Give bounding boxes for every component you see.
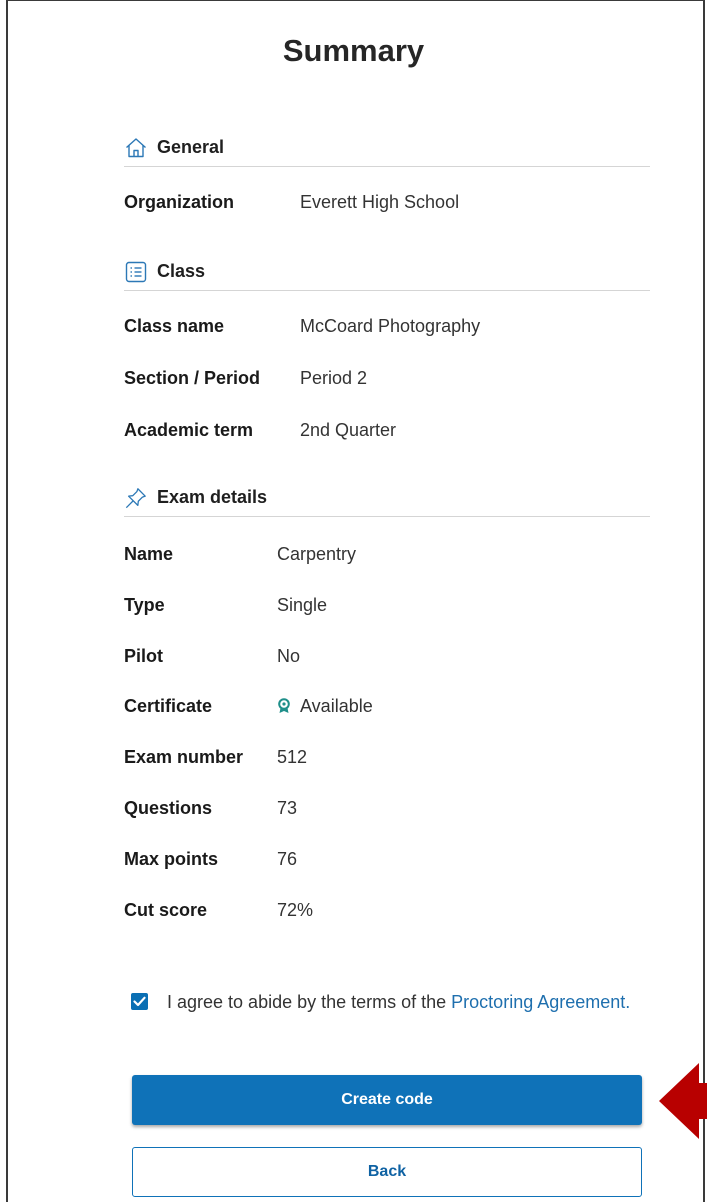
row-value: Everett High School	[300, 191, 460, 212]
proctoring-agreement-link[interactable]: Proctoring Agreement	[451, 992, 625, 1012]
row-value: McCoard Photography	[300, 315, 481, 336]
row-exam-number: Exam number 512	[124, 745, 307, 769]
row-value: 76	[277, 848, 298, 869]
row-academic-term: Academic term 2nd Quarter	[124, 418, 396, 442]
row-label: Organization	[124, 191, 235, 212]
row-value: Period 2	[300, 367, 368, 388]
row-label: Academic term	[124, 419, 254, 440]
row-exam-name: Name Carpentry	[124, 542, 356, 566]
row-label: Class name	[124, 315, 225, 336]
row-value: Available	[277, 696, 373, 717]
row-exam-type: Type Single	[124, 593, 327, 617]
certificate-icon	[277, 697, 291, 714]
section-class-title: Class	[157, 261, 206, 281]
row-value: No	[277, 645, 301, 666]
row-label: Questions	[124, 797, 213, 818]
row-class-name: Class name McCoard Photography	[124, 314, 480, 338]
section-exam-title: Exam details	[157, 487, 268, 507]
row-organization: Organization Everett High School	[124, 190, 459, 214]
row-label: Section / Period	[124, 367, 261, 388]
pin-icon	[124, 486, 148, 510]
row-value: Single	[277, 594, 328, 615]
create-code-button[interactable]: Create code	[132, 1075, 642, 1125]
row-exam-pilot: Pilot No	[124, 644, 300, 668]
row-label: Type	[124, 594, 165, 615]
row-exam-questions: Questions 73	[124, 796, 297, 820]
row-exam-max-points: Max points 76	[124, 847, 297, 871]
row-label: Cut score	[124, 899, 208, 920]
agreement-text: I agree to abide by the terms of the	[167, 992, 452, 1012]
certificate-value: Available	[300, 695, 373, 716]
section-general-title: General	[157, 137, 225, 157]
row-value: 512	[277, 746, 308, 767]
agreement-suffix: .	[625, 992, 631, 1012]
row-section-period: Section / Period Period 2	[124, 366, 367, 390]
section-general-header: General	[124, 129, 650, 167]
row-label: Exam number	[124, 746, 244, 767]
row-label: Max points	[124, 848, 219, 869]
page-title: Summary	[282, 33, 425, 68]
row-value: 2nd Quarter	[300, 419, 397, 440]
section-exam-header: Exam details	[124, 479, 650, 517]
home-icon	[124, 136, 148, 160]
agreement-label: I agree to abide by the terms of the Pro…	[131, 988, 631, 1017]
row-label: Certificate	[124, 695, 213, 716]
row-value: 73	[277, 797, 298, 818]
row-value: Carpentry	[277, 543, 357, 564]
list-icon	[124, 260, 148, 284]
row-exam-certificate: Certificate Available	[124, 694, 373, 718]
agreement: I agree to abide by the terms of the Pro…	[131, 988, 631, 1017]
row-label: Pilot	[124, 645, 163, 666]
row-label: Name	[124, 543, 174, 564]
red-arrow-icon	[659, 1063, 707, 1139]
back-button[interactable]: Back	[132, 1147, 642, 1197]
page-frame	[6, 0, 705, 1202]
section-class-header: Class	[124, 253, 650, 291]
row-value: 72%	[277, 899, 314, 920]
row-exam-cut-score: Cut score 72%	[124, 898, 313, 922]
agreement-checkbox[interactable]	[131, 993, 148, 1010]
